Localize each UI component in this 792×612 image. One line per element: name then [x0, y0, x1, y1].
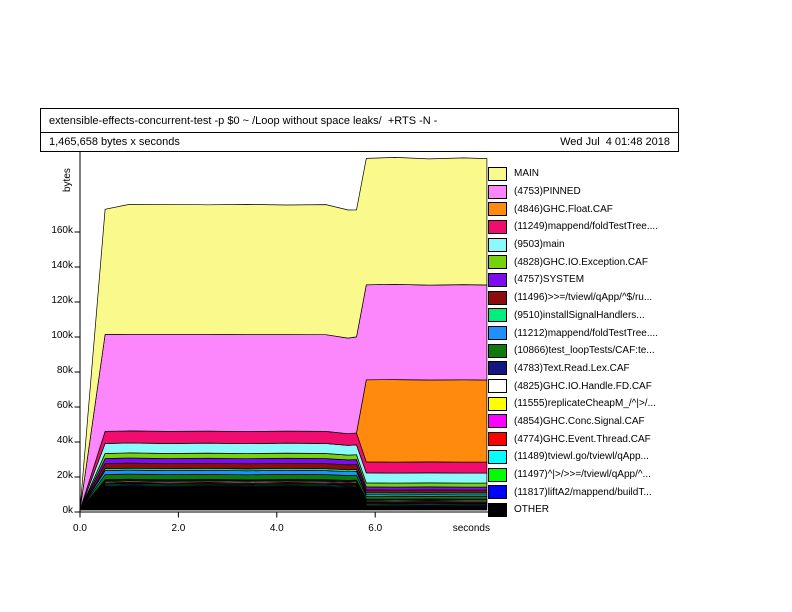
- legend-label: (9510)installSignalHandlers...: [514, 310, 645, 321]
- legend-label: (4846)GHC.Float.CAF: [514, 204, 613, 215]
- x-tick-label: 0.0: [73, 523, 87, 534]
- legend-item-11496: (11496)>>=/tviewl/qApp/^$/ru...: [488, 289, 688, 307]
- x-axis-title: seconds: [453, 523, 490, 534]
- legend-item-9510: (9510)installSignalHandlers...: [488, 307, 688, 325]
- legend-swatch-11496: [488, 291, 507, 305]
- y-tick-label: 140k: [51, 260, 74, 271]
- legend-label: (11555)replicateCheapM_/^|>/...: [514, 398, 656, 409]
- legend-label: (10866)test_loopTests/CAF:te...: [514, 345, 655, 356]
- y-tick-label: 100k: [51, 330, 74, 341]
- legend-item-9503: (9503)main: [488, 236, 688, 254]
- legend-swatch-9503: [488, 238, 507, 252]
- y-axis-title: bytes: [62, 168, 73, 192]
- legend-item-4854: (4854)GHC.Conc.Signal.CAF: [488, 413, 688, 431]
- legend-label: (4825)GHC.IO.Handle.FD.CAF: [514, 381, 652, 392]
- legend-label: (11249)mappend/foldTestTree....: [514, 221, 658, 232]
- legend-item-11212: (11212)mappend/foldTestTree....: [488, 324, 688, 342]
- legend-label: (4753)PINNED: [514, 186, 581, 197]
- legend-label: (11212)mappend/foldTestTree....: [514, 328, 658, 339]
- legend: MAIN (4753)PINNED (4846)GHC.Float.CAF (1124…: [488, 165, 688, 519]
- legend-swatch-4783: [488, 361, 507, 375]
- legend-swatch-10866: [488, 344, 507, 358]
- legend-swatch-11212: [488, 326, 507, 340]
- legend-swatch-11497: [488, 468, 507, 482]
- legend-swatch-9510: [488, 308, 507, 322]
- legend-swatch-11489: [488, 450, 507, 464]
- legend-label: (11817)liftA2/mappend/buildT...: [514, 487, 652, 498]
- legend-label: (4828)GHC.IO.Exception.CAF: [514, 257, 648, 268]
- legend-label: (4757)SYSTEM: [514, 274, 584, 285]
- legend-swatch-MAIN: [488, 167, 507, 181]
- y-tick-label: 160k: [51, 225, 74, 236]
- legend-item-4783: (4783)Text.Read.Lex.CAF: [488, 360, 688, 378]
- y-tick-label: 40k: [57, 435, 74, 446]
- legend-swatch-11817: [488, 485, 507, 499]
- legend-item-11489: (11489)tviewl.go/tviewl/qApp...: [488, 448, 688, 466]
- y-tick-label: 0k: [62, 505, 74, 516]
- legend-item-MAIN: MAIN: [488, 165, 688, 183]
- legend-item-4846: (4846)GHC.Float.CAF: [488, 200, 688, 218]
- legend-label: (4783)Text.Read.Lex.CAF: [514, 363, 630, 374]
- legend-label: (9503)main: [514, 239, 565, 250]
- legend-swatch-4757: [488, 273, 507, 287]
- legend-swatch-4854: [488, 414, 507, 428]
- legend-swatch-11555: [488, 397, 507, 411]
- legend-label: OTHER: [514, 504, 549, 515]
- legend-label: MAIN: [514, 168, 539, 179]
- legend-label: (11497)^|>/>>=/tviewl/qApp/^...: [514, 469, 651, 480]
- legend-item-4825: (4825)GHC.IO.Handle.FD.CAF: [488, 377, 688, 395]
- x-tick-label: 6.0: [368, 523, 382, 534]
- legend-item-11497: (11497)^|>/>>=/tviewl/qApp/^...: [488, 466, 688, 484]
- legend-swatch-4846: [488, 202, 507, 216]
- legend-label: (4774)GHC.Event.Thread.CAF: [514, 434, 651, 445]
- legend-item-11555: (11555)replicateCheapM_/^|>/...: [488, 395, 688, 413]
- legend-item-10866: (10866)test_loopTests/CAF:te...: [488, 342, 688, 360]
- x-tick-label: 2.0: [171, 523, 185, 534]
- legend-item-4774: (4774)GHC.Event.Thread.CAF: [488, 430, 688, 448]
- y-tick-label: 60k: [57, 400, 74, 411]
- legend-label: (11489)tviewl.go/tviewl/qApp...: [514, 451, 649, 462]
- legend-swatch-4774: [488, 432, 507, 446]
- stacked-areas: [80, 157, 487, 510]
- legend-item-4757: (4757)SYSTEM: [488, 271, 688, 289]
- legend-label: (11496)>>=/tviewl/qApp/^$/ru...: [514, 292, 652, 303]
- legend-item-11817: (11817)liftA2/mappend/buildT...: [488, 483, 688, 501]
- y-tick-label: 120k: [51, 295, 74, 306]
- legend-swatch-4828: [488, 255, 507, 269]
- legend-swatch-4753: [488, 185, 507, 199]
- legend-item-OTHER: OTHER: [488, 501, 688, 519]
- legend-item-4753: (4753)PINNED: [488, 183, 688, 201]
- page: { "header": { "title": "extensible-effec…: [0, 0, 792, 612]
- x-tick-label: 4.0: [270, 523, 284, 534]
- legend-label: (4854)GHC.Conc.Signal.CAF: [514, 416, 645, 427]
- legend-item-11249: (11249)mappend/foldTestTree....: [488, 218, 688, 236]
- y-tick-label: 80k: [57, 365, 74, 376]
- legend-swatch-11249: [488, 220, 507, 234]
- legend-item-4828: (4828)GHC.IO.Exception.CAF: [488, 253, 688, 271]
- legend-swatch-OTHER: [488, 503, 507, 517]
- legend-swatch-4825: [488, 379, 507, 393]
- y-tick-label: 20k: [57, 470, 74, 481]
